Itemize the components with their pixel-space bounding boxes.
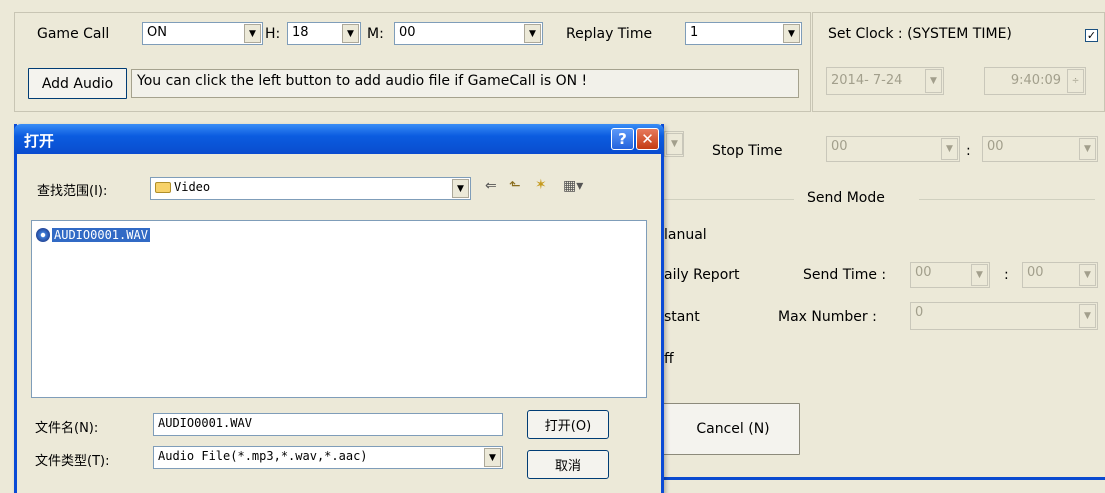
chevron-down-icon[interactable]: ▼ — [452, 179, 469, 198]
minute-select[interactable]: 00 ▼ — [394, 22, 543, 45]
cancel-button[interactable]: Cancel (N) — [648, 403, 800, 455]
send-time-label: Send Time : — [803, 267, 887, 283]
file-list[interactable]: AUDIO0001.WAV — [31, 220, 647, 398]
system-time-checkbox[interactable]: ✓ — [1085, 29, 1098, 42]
lookin-value: Video — [174, 180, 211, 194]
send-mode-title: Send Mode — [807, 190, 885, 206]
back-icon[interactable]: ⇐ — [485, 178, 497, 194]
date-value: 2014- 7-24 — [831, 73, 903, 88]
minute-value: 00 — [399, 25, 416, 40]
close-icon[interactable]: ✕ — [636, 128, 659, 150]
chevron-down-icon[interactable]: ▼ — [941, 138, 958, 160]
max-number-label: Max Number : — [778, 309, 877, 325]
open-file-dialog: 打开 ? ✕ 查找范围(I): Video ▼ ⇐ ⬑ ✶ ▦▾ AUDIO00… — [14, 124, 664, 493]
dialog-title: 打开 — [24, 132, 55, 150]
info-text-box: You can click the left button to add aud… — [131, 69, 799, 98]
new-folder-icon[interactable]: ✶ — [535, 177, 547, 193]
time-value: 9:40:09 — [1010, 73, 1061, 88]
view-menu-icon[interactable]: ▦▾ — [563, 178, 583, 194]
gamecall-label: Game Call — [37, 26, 110, 42]
window-edge-line — [664, 477, 1105, 480]
add-audio-button[interactable]: Add Audio — [28, 68, 127, 99]
send-time-minute-value: 00 — [1027, 265, 1044, 280]
minute-label: M: — [367, 26, 384, 42]
chevron-down-icon[interactable]: ▼ — [783, 24, 800, 43]
up-folder-icon[interactable]: ⬑ — [509, 178, 521, 194]
chevron-down-icon[interactable]: ▼ — [524, 24, 541, 43]
filetype-select[interactable]: Audio File(*.mp3,*.wav,*.aac) ▼ — [153, 446, 503, 469]
chevron-down-icon[interactable]: ▼ — [484, 448, 501, 467]
start-minute-select[interactable]: ▼ — [664, 131, 684, 157]
max-number-value: 0 — [915, 305, 924, 320]
stop-hour-value: 00 — [831, 139, 848, 154]
stop-hour-select[interactable]: 00 ▼ — [826, 136, 960, 162]
folder-icon — [155, 182, 171, 193]
lookin-label: 查找范围(I): — [37, 184, 108, 199]
filename-input[interactable]: AUDIO0001.WAV — [153, 413, 503, 436]
send-time-hour-select[interactable]: 00 ▼ — [910, 262, 990, 288]
dialog-cancel-button[interactable]: 取消 — [527, 450, 609, 479]
clock-panel: Set Clock : (SYSTEM TIME) ✓ 2014- 7-24 ▼… — [812, 12, 1105, 112]
send-time-hour-value: 00 — [915, 265, 932, 280]
chevron-down-icon[interactable]: ▼ — [244, 24, 261, 43]
date-picker[interactable]: 2014- 7-24 ▼ — [826, 67, 944, 95]
gamecall-value: ON — [147, 25, 167, 40]
max-number-select[interactable]: 0 ▼ — [910, 302, 1098, 330]
send-mode-off-option[interactable]: ff — [664, 351, 674, 367]
chevron-down-icon[interactable]: ▼ — [925, 69, 942, 93]
stop-minute-value: 00 — [987, 139, 1004, 154]
chevron-down-icon[interactable]: ▼ — [1079, 304, 1096, 328]
file-name: AUDIO0001.WAV — [52, 227, 150, 242]
chevron-down-icon[interactable]: ▼ — [666, 133, 683, 155]
send-time-minute-select[interactable]: 00 ▼ — [1022, 262, 1098, 288]
replay-time-select[interactable]: 1 ▼ — [685, 22, 802, 45]
lookin-select[interactable]: Video ▼ — [150, 177, 471, 200]
spin-icon[interactable]: ÷ — [1067, 69, 1084, 93]
replay-time-value: 1 — [690, 25, 699, 40]
stop-time-label: Stop Time — [712, 143, 783, 159]
set-clock-label: Set Clock : (SYSTEM TIME) — [828, 26, 1012, 42]
send-mode-group-line — [664, 199, 794, 200]
chevron-down-icon[interactable]: ▼ — [1079, 138, 1096, 160]
hour-select[interactable]: 18 ▼ — [287, 22, 361, 45]
hour-value: 18 — [292, 25, 309, 40]
send-mode-group-line — [919, 199, 1095, 200]
chevron-down-icon[interactable]: ▼ — [342, 24, 359, 43]
replay-time-label: Replay Time — [566, 26, 653, 42]
open-button[interactable]: 打开(O) — [527, 410, 609, 439]
gamecall-select[interactable]: ON ▼ — [142, 22, 263, 45]
send-mode-daily-option[interactable]: aily Report — [664, 267, 740, 283]
send-mode-manual-option[interactable]: lanual — [664, 227, 707, 243]
filetype-value: Audio File(*.mp3,*.wav,*.aac) — [158, 449, 368, 463]
help-icon[interactable]: ? — [611, 128, 634, 150]
hour-label: H: — [265, 26, 281, 42]
audio-file-icon — [36, 227, 50, 242]
send-time-separator: : — [1004, 267, 1009, 283]
filetype-label: 文件类型(T): — [35, 454, 110, 469]
send-mode-instant-option[interactable]: stant — [664, 309, 700, 325]
dialog-titlebar[interactable]: 打开 ? ✕ — [14, 124, 664, 154]
list-item[interactable]: AUDIO0001.WAV — [36, 226, 150, 243]
stop-time-separator: : — [966, 143, 971, 159]
gamecall-panel: Game Call ON ▼ H: 18 ▼ M: 00 ▼ Replay Ti… — [14, 12, 811, 112]
stop-minute-select[interactable]: 00 ▼ — [982, 136, 1098, 162]
time-picker[interactable]: 9:40:09 ÷ — [984, 67, 1086, 95]
chevron-down-icon[interactable]: ▼ — [971, 264, 988, 286]
filename-label: 文件名(N): — [35, 421, 99, 436]
filename-value: AUDIO0001.WAV — [158, 416, 252, 430]
chevron-down-icon[interactable]: ▼ — [1079, 264, 1096, 286]
